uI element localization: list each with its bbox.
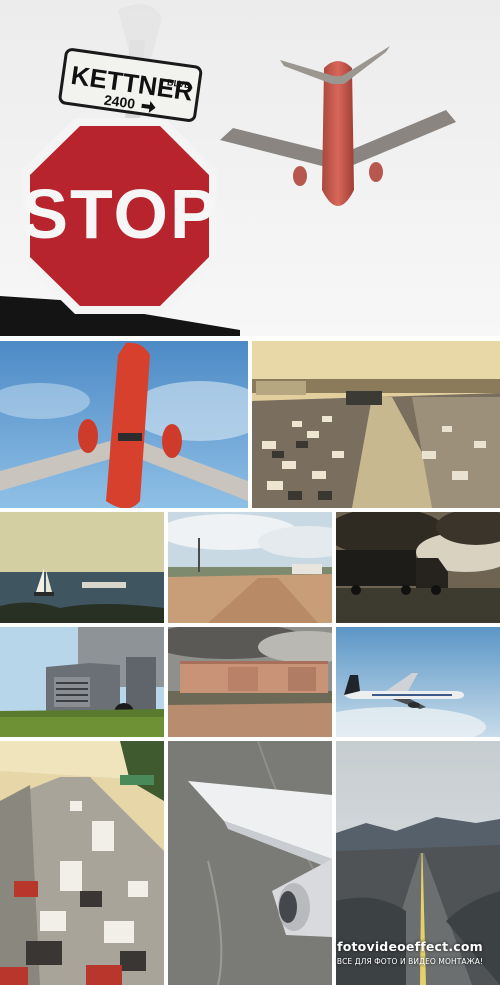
photo-truck-dark [336,512,500,623]
watermark-tagline: ВСЕ ДЛЯ ФОТО И ВИДЕО МОНТАЖА! [336,957,484,966]
photo-sailboat [0,512,164,623]
watermark-site: fotovideoeffect.com [337,939,483,954]
photo-freeway-traffic [252,341,500,508]
stop-sign: STOP [21,118,218,314]
photo-wing-view [168,741,332,985]
stop-text: STOP [21,175,218,253]
photo-jet-sky [336,627,500,737]
photo-boxcar [168,627,332,737]
photo-dirt-road [168,512,332,623]
photo-truck-grass [0,627,164,737]
photo-traffic-jam [0,741,164,985]
hero-photo: STOP KETTNER BLVD. 2400 [0,0,500,336]
photo-plane-underside [0,341,248,508]
watermark: fotovideoeffect.com ВСЕ ДЛЯ ФОТО И ВИДЕО… [330,939,490,966]
